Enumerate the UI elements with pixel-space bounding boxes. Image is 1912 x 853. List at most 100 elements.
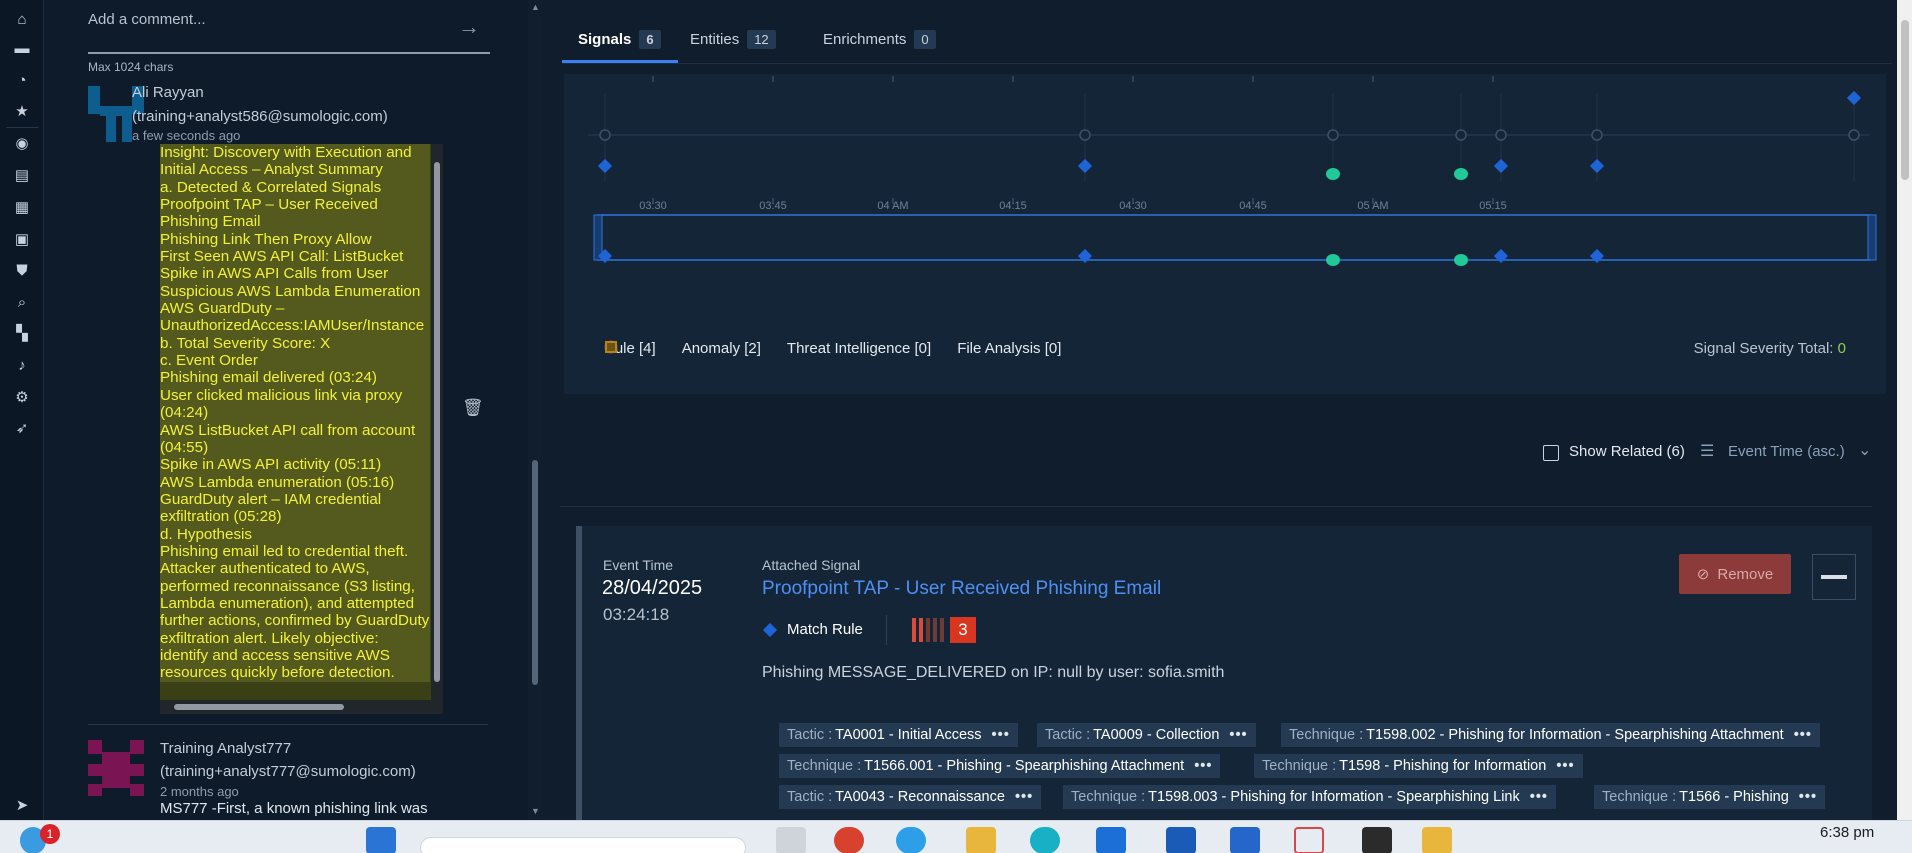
scroll-thumb[interactable] — [532, 460, 538, 685]
shield-icon[interactable]: ⛊ — [12, 260, 32, 280]
mitre-tag[interactable]: Tactic : TA0001 - Initial Access ••• — [779, 723, 1018, 747]
show-related-checkbox[interactable] — [1543, 445, 1559, 461]
more-icon[interactable]: ••• — [1194, 758, 1212, 774]
scroll-up-icon[interactable]: ▲ — [531, 2, 540, 12]
folder-icon[interactable] — [966, 827, 996, 853]
image-icon[interactable]: ▣ — [12, 229, 32, 249]
comment-divider — [88, 724, 488, 725]
grid-icon[interactable]: ▦ — [12, 197, 32, 217]
add-comment-field[interactable]: Add a comment... → — [44, 0, 490, 55]
comment-time: 2 months ago — [160, 784, 239, 799]
mitre-tag[interactable]: Tactic : TA0043 - Reconnaissance ••• — [779, 785, 1042, 809]
axis-marker — [1591, 129, 1603, 141]
collapse-button[interactable] — [1812, 554, 1856, 600]
mitre-tag[interactable]: Technique : T1598.002 - Phishing for Info… — [1281, 723, 1820, 747]
bell-icon[interactable]: ♪ — [12, 355, 32, 375]
mitre-tag[interactable]: Tactic : TA0009 - Collection ••• — [1037, 723, 1256, 747]
comment-author: Ali Rayyan — [132, 84, 204, 101]
legend-file-analysis[interactable]: File Analysis [0] — [605, 340, 1062, 357]
mitre-tag[interactable]: Technique : T1566.001 - Phishing - Spearp… — [779, 754, 1221, 778]
more-icon[interactable]: ••• — [1015, 789, 1033, 805]
send-arrow-icon[interactable]: → — [458, 16, 480, 38]
page-scrollbar[interactable] — [1897, 0, 1912, 820]
rocket-icon[interactable]: ➶ — [12, 418, 32, 438]
more-icon[interactable]: ••• — [1530, 789, 1548, 805]
mail-icon[interactable] — [1166, 827, 1196, 853]
mitre-tag[interactable]: Technique : T1598 - Phishing for Informat… — [1254, 754, 1583, 778]
home-icon[interactable]: ⌂ — [12, 9, 32, 29]
terminal-icon[interactable] — [1362, 827, 1392, 853]
mitre-tag[interactable]: Technique : T1566 - Phishing ••• — [1594, 785, 1826, 809]
more-icon[interactable]: ••• — [1556, 758, 1574, 774]
store-icon[interactable] — [1096, 827, 1126, 853]
more-icon[interactable]: ••• — [1229, 727, 1247, 743]
mitre-tag[interactable]: Technique : T1598.003 - Phishing for Info… — [1063, 785, 1556, 809]
sort-dropdown[interactable]: Event Time (asc.) — [1728, 443, 1845, 460]
file-icon[interactable] — [776, 827, 806, 853]
signals-timeline-chart: 03:30 03:45 04 AM 04:15 04:30 04:45 05 AM 05:15… — [564, 74, 1886, 394]
star-icon[interactable]: ★ — [12, 101, 32, 121]
active-tab-underline — [562, 60, 678, 63]
search-icon[interactable]: ⌕ — [12, 292, 32, 312]
show-related-label[interactable]: Show Related (6) — [1569, 443, 1685, 460]
send-icon[interactable]: ➤ — [12, 795, 32, 815]
more-icon[interactable]: ••• — [1794, 727, 1812, 743]
rule-signal-point — [1493, 158, 1509, 174]
tab-entities[interactable]: Entities 12 — [690, 30, 776, 49]
dashboard-icon[interactable]: ◔ — [12, 70, 32, 90]
comment-vertical-scrollbar[interactable] — [431, 144, 443, 700]
windows-start-icon[interactable] — [366, 827, 396, 853]
axis-marker — [1848, 129, 1860, 141]
x-tick-label: 03:30 — [639, 200, 667, 212]
document-icon[interactable]: ▤ — [12, 165, 32, 185]
severity-value: 3 — [950, 617, 976, 643]
anomaly-signal-point — [1326, 168, 1340, 180]
timeline-svg[interactable]: 03:30 03:45 04 AM 04:15 04:30 04:45 05 AM 05:15 — [564, 74, 1886, 334]
taskbar-search[interactable] — [420, 837, 746, 853]
tag-key: Tactic : — [1045, 727, 1091, 743]
remove-label: Remove — [1717, 565, 1774, 583]
severity-bar — [933, 618, 937, 642]
folder-icon[interactable]: ▬ — [12, 38, 32, 58]
severity-bar — [912, 618, 916, 642]
copilot-icon[interactable] — [896, 827, 926, 853]
match-rule-label: Match Rule — [787, 621, 863, 638]
app-icon[interactable] — [1422, 827, 1452, 853]
comments-scrollbar[interactable]: ▲ ▼ — [528, 0, 542, 820]
trash-icon[interactable]: 🗑 — [462, 398, 484, 418]
axis-marker — [1495, 129, 1507, 141]
calendar-icon[interactable] — [1294, 827, 1324, 853]
settings-icon[interactable]: ⚙ — [12, 387, 32, 407]
page-scroll-thumb[interactable] — [1901, 20, 1909, 180]
comment-input[interactable]: Add a comment... — [88, 11, 206, 28]
outlook-icon[interactable] — [1230, 827, 1260, 853]
legend-threat-intelligence[interactable]: Threat Intelligence [0] — [604, 340, 931, 357]
app-root: ⌂ ▬ ◔ ★ ◉ ▤ ▦ ▣ ⛊ ⌕ ▚ ♪ ⚙ ➶ ➤ Add a comm… — [0, 0, 1912, 853]
tab-enrichments[interactable]: Enrichments 0 — [823, 30, 936, 49]
axis-marker — [1455, 129, 1467, 141]
remove-button[interactable]: ⊘ Remove — [1679, 554, 1791, 594]
comment-body-scrollbox[interactable]: Insight: Discovery with Execution and In… — [160, 144, 443, 714]
signal-title-link[interactable]: Proofpoint TAP - User Received Phishing … — [762, 578, 1161, 600]
severity-total-label: Signal Severity Total: — [1693, 340, 1834, 357]
more-icon[interactable]: ••• — [1799, 789, 1817, 805]
tab-signals[interactable]: Signals 6 — [578, 30, 661, 49]
legend-label: File Analysis [0] — [957, 340, 1062, 357]
more-icon[interactable]: ••• — [992, 727, 1010, 743]
comment-email: (training+analyst586@sumologic.com) — [132, 108, 388, 125]
apps-icon[interactable]: ▚ — [12, 323, 32, 343]
chevron-down-icon[interactable]: ⌄ — [1858, 440, 1871, 460]
edge-icon[interactable] — [1030, 827, 1060, 853]
bot-icon[interactable]: ◉ — [12, 133, 32, 153]
rule-signal-point — [1493, 248, 1509, 264]
comment-body: MS777 -First, a known phishing link was — [160, 800, 428, 817]
chrome-icon[interactable] — [834, 827, 864, 853]
section-divider — [560, 506, 1872, 507]
comment-horizontal-scrollbar[interactable] — [160, 700, 443, 714]
signal-description: Phishing MESSAGE_DELIVERED on IP: null b… — [762, 664, 1225, 681]
scroll-down-icon[interactable]: ▼ — [531, 806, 540, 816]
sort-icon[interactable]: ☰ — [1700, 441, 1714, 461]
rule-signal-point — [1077, 158, 1093, 174]
legend-anomaly[interactable]: Anomaly [2] — [605, 340, 761, 357]
rule-signal-point — [1846, 90, 1862, 106]
